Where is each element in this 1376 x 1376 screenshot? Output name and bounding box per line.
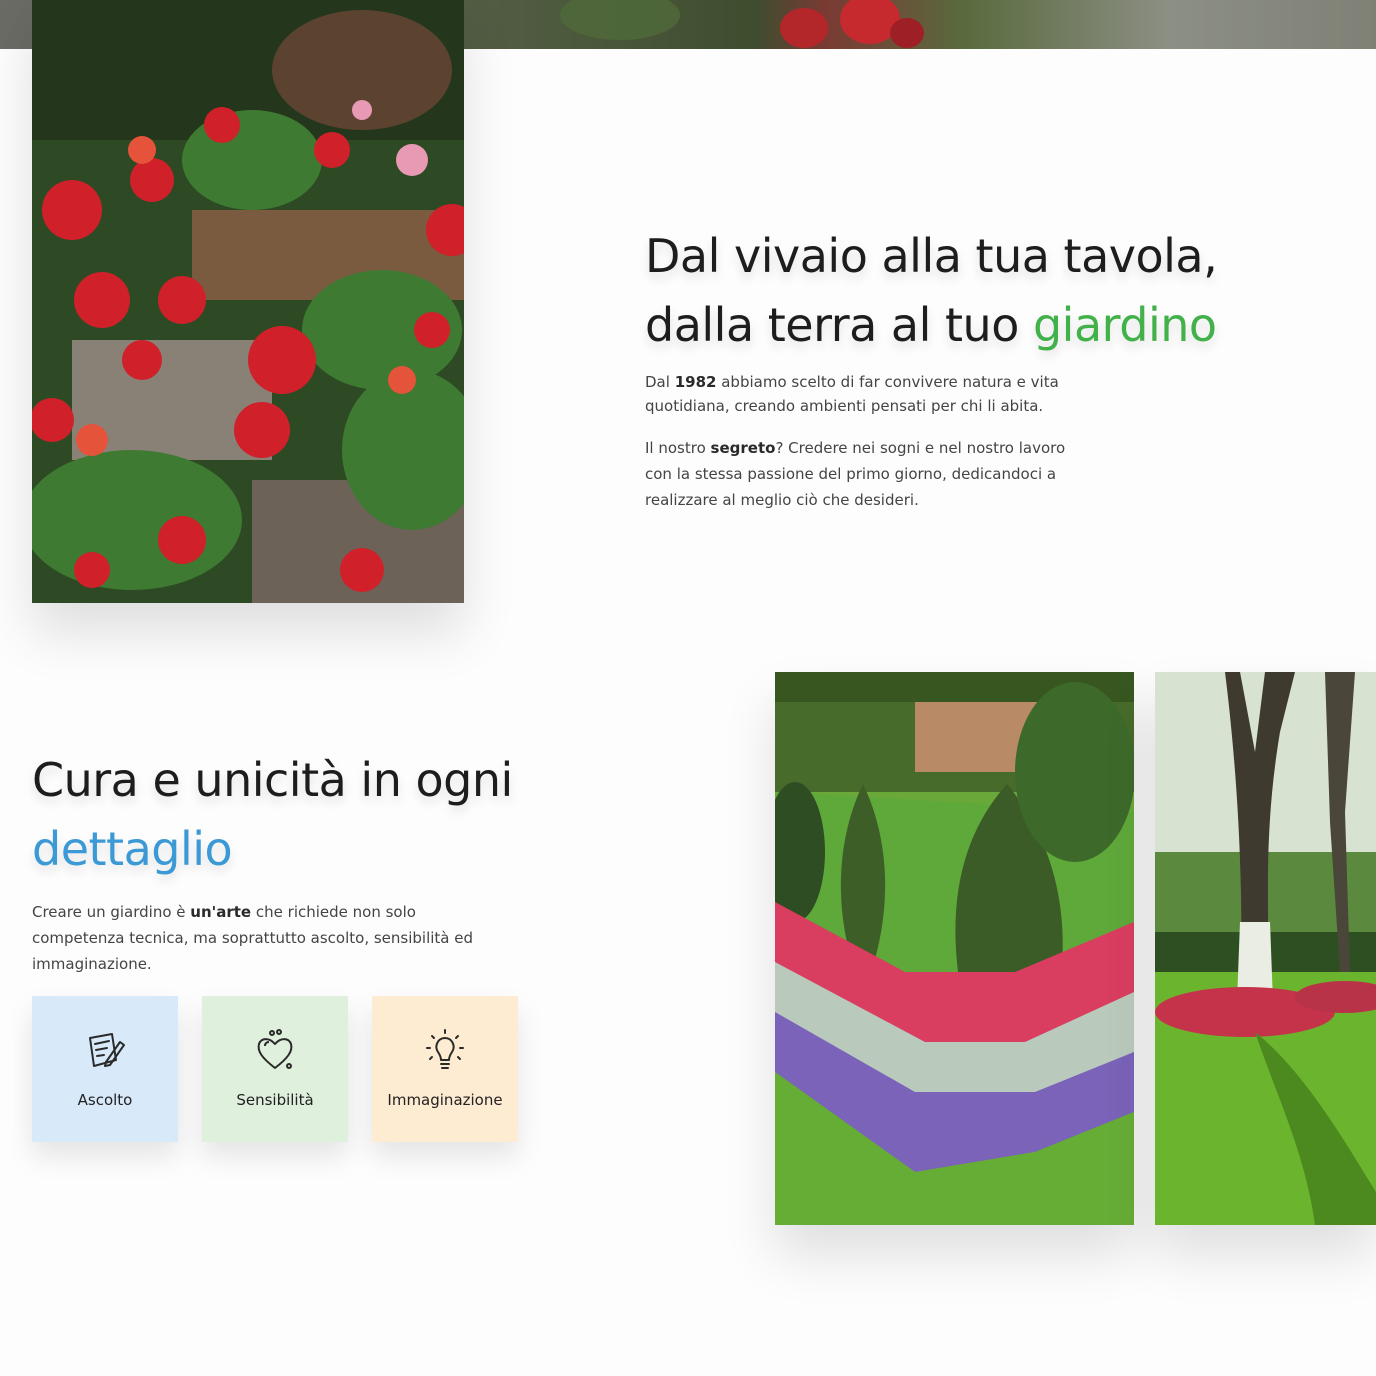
intro-title-accent: giardino: [1032, 298, 1217, 352]
secret-keyword: segreto: [710, 439, 776, 457]
care-title: Cura e unicità in ogni dettaglio: [32, 746, 552, 884]
card-label-sensibilita: Sensibilità: [236, 1091, 314, 1109]
intro-paragraph-1: Dal 1982 abbiamo scelto di far convivere…: [645, 373, 1059, 415]
care-title-line1: Cura e unicità in ogni: [32, 753, 513, 807]
card-immaginazione[interactable]: Immaginazione: [372, 996, 518, 1142]
notepad-pencil-icon: [89, 1033, 125, 1067]
card-label-immaginazione: Immaginazione: [387, 1091, 503, 1109]
care-title-accent: dettaglio: [32, 822, 233, 876]
art-keyword: un'arte: [190, 903, 252, 921]
intro-title: Dal vivaio alla tua tavola, dalla terra …: [645, 222, 1285, 360]
care-paragraph: Creare un giardino è un'arte che richied…: [32, 903, 474, 973]
card-sensibilita[interactable]: Sensibilità: [202, 996, 348, 1142]
card-ascolto[interactable]: Ascolto: [32, 996, 178, 1142]
garden-topiary-photo: [775, 672, 1134, 1225]
card-label-ascolto: Ascolto: [77, 1091, 133, 1109]
park-trees-photo: [1155, 672, 1376, 1225]
intro-title-line2: dalla terra al tuo: [645, 298, 1019, 352]
heart-icon: [257, 1029, 293, 1069]
intro-paragraph-2: Il nostro segreto? Credere nei sogni e n…: [645, 439, 1066, 509]
lightbulb-icon: [426, 1029, 464, 1069]
flower-pots-photo: [32, 0, 464, 603]
founding-year: 1982: [674, 373, 717, 391]
intro-title-line1: Dal vivaio alla tua tavola,: [645, 229, 1218, 283]
